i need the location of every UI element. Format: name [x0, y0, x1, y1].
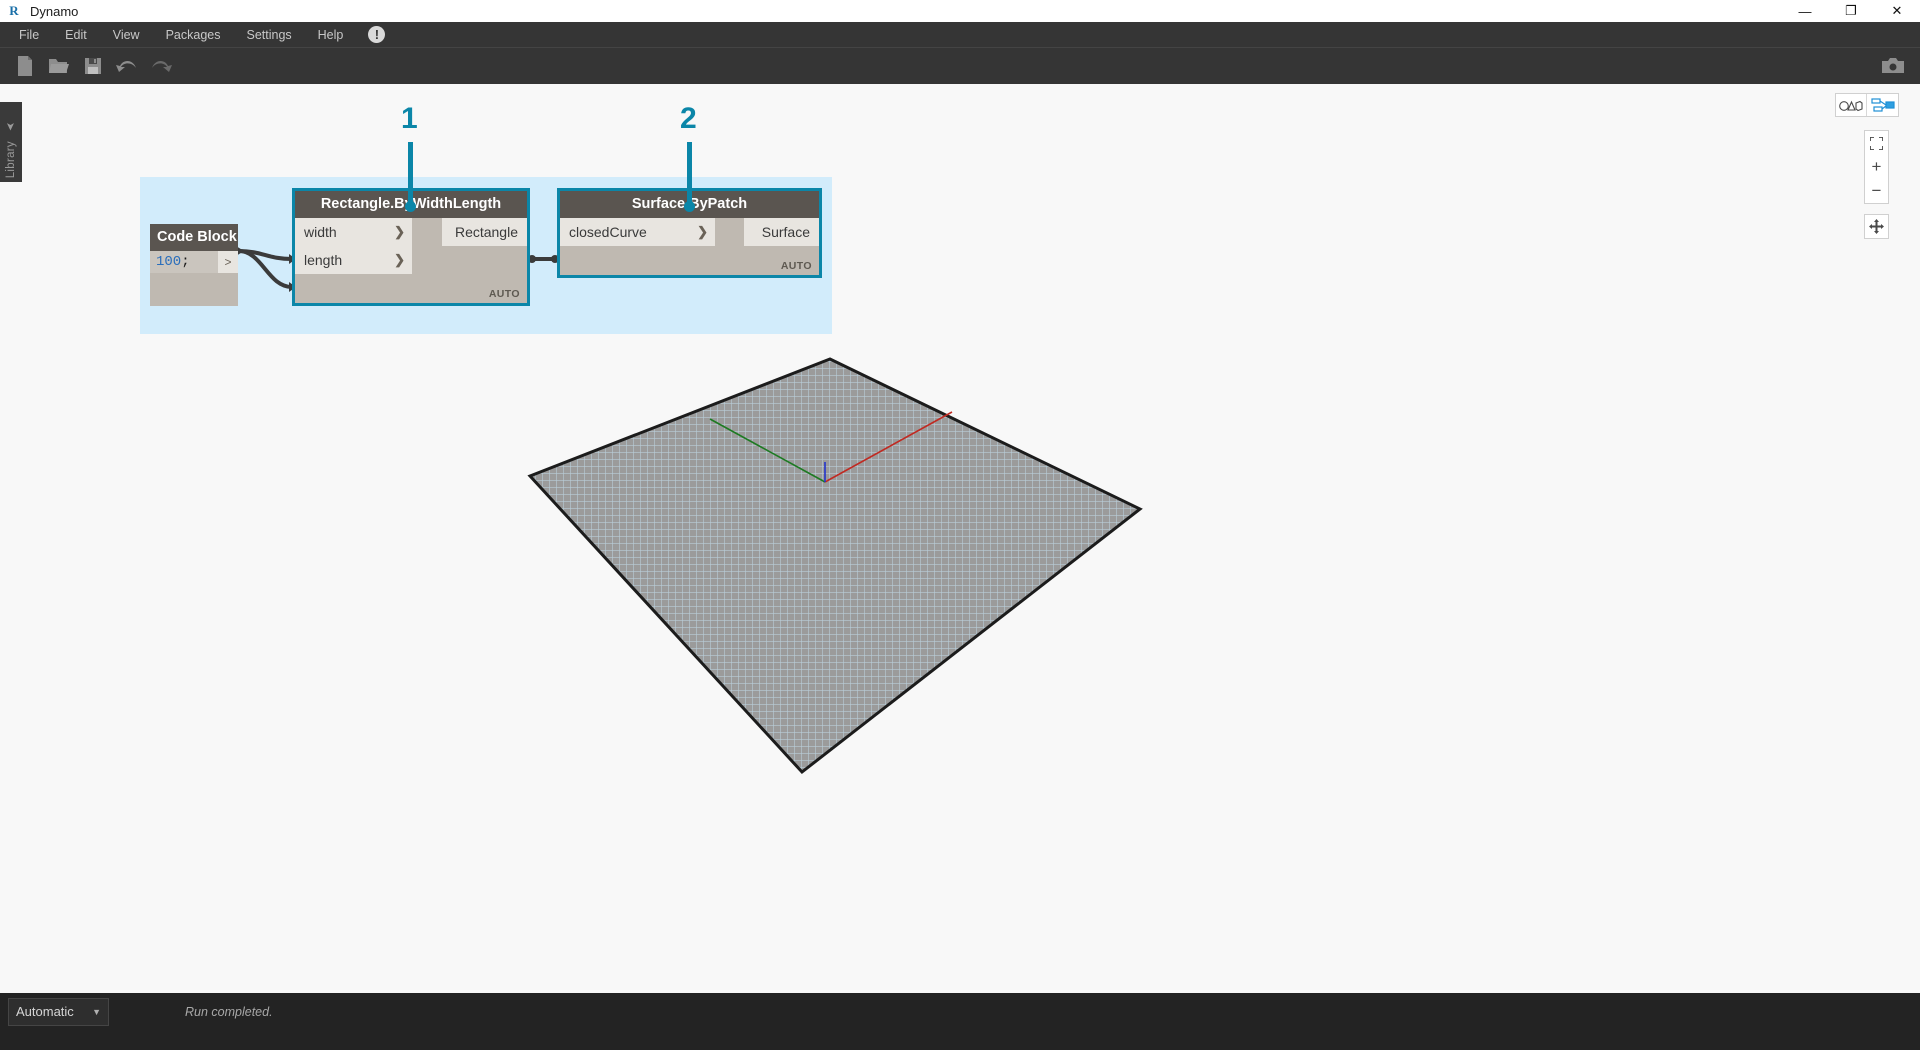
- zoom-to-fit-icon: [1870, 137, 1883, 150]
- node-body: 100; >: [150, 251, 238, 306]
- screenshot-button[interactable]: [1876, 51, 1910, 81]
- callout-dot-2: [684, 201, 695, 212]
- viewport-zoom-controls: + −: [1864, 130, 1889, 204]
- open-file-button[interactable]: [42, 51, 76, 81]
- library-expand-arrow-icon: ➤: [5, 122, 18, 131]
- callout-number-2: 2: [680, 102, 697, 136]
- window-controls: — ❐ ✕: [1782, 0, 1920, 22]
- camera-icon: [1882, 58, 1904, 74]
- new-file-button[interactable]: [8, 51, 42, 81]
- dynamo-logo-icon: R: [6, 3, 22, 19]
- graph-view-icon: [1871, 98, 1895, 112]
- run-mode-value: Automatic: [16, 1004, 74, 1019]
- app-title: Dynamo: [30, 4, 78, 19]
- output-port-label: Surface: [762, 224, 810, 240]
- close-icon[interactable]: ✕: [1874, 0, 1920, 22]
- status-bar: [0, 1030, 1920, 1050]
- output-port-label: Rectangle: [455, 224, 518, 240]
- geometry-view-button[interactable]: [1836, 94, 1867, 116]
- viewport-display-toggle: [1835, 93, 1899, 117]
- input-port-label: width: [304, 224, 337, 240]
- chevron-right-icon: ❯: [697, 224, 708, 240]
- workspace-canvas[interactable]: ➤ Library Code Block 100; > Rectangle.By…: [0, 84, 1920, 1030]
- run-mode-bar: Automatic ▼ Run completed.: [0, 993, 1920, 1030]
- node-code-block[interactable]: Code Block 100; >: [150, 224, 238, 306]
- geometry-preview-surface: [500, 354, 1200, 804]
- chevron-right-icon: ❯: [394, 224, 405, 240]
- input-port-length[interactable]: length ❯: [295, 246, 412, 274]
- input-port-label: length: [304, 252, 342, 268]
- sidebar-item-label: Library: [5, 141, 17, 178]
- undo-button[interactable]: [110, 51, 144, 81]
- menu-item-settings[interactable]: Settings: [233, 24, 304, 46]
- minimize-icon[interactable]: —: [1782, 0, 1828, 22]
- alert-notification-icon[interactable]: !: [368, 26, 385, 43]
- toolbar: [0, 47, 1920, 84]
- callout-line-1: [408, 142, 413, 205]
- callout-number-1: 1: [401, 102, 418, 136]
- callout-dot-1: [405, 201, 416, 212]
- menu-item-packages[interactable]: Packages: [153, 24, 234, 46]
- menu-bar: File Edit View Packages Settings Help !: [0, 22, 1920, 47]
- save-file-button[interactable]: [76, 51, 110, 81]
- undo-arrow-icon: [116, 57, 138, 75]
- callout-line-2: [687, 142, 692, 205]
- sidebar-library-tab[interactable]: ➤ Library: [0, 102, 22, 182]
- chevron-right-icon: ❯: [394, 252, 405, 268]
- run-mode-select[interactable]: Automatic ▼: [8, 998, 109, 1026]
- input-port-width[interactable]: width ❯: [295, 218, 412, 246]
- node-run-mode-badge: AUTO: [781, 260, 812, 272]
- output-port-rectangle[interactable]: Rectangle: [442, 218, 527, 246]
- menu-item-help[interactable]: Help: [305, 24, 357, 46]
- zoom-to-fit-button[interactable]: [1865, 131, 1888, 155]
- redo-button[interactable]: [144, 51, 178, 81]
- pan-tool-button[interactable]: [1864, 214, 1889, 239]
- save-disk-icon: [83, 56, 103, 76]
- new-file-icon: [15, 55, 35, 77]
- code-value: 100: [156, 254, 181, 270]
- run-status-text: Run completed.: [185, 1005, 273, 1019]
- output-port-codeblock[interactable]: >: [218, 251, 238, 273]
- title-bar: R Dynamo — ❐ ✕: [0, 0, 1920, 22]
- input-port-closedcurve[interactable]: closedCurve ❯: [560, 218, 715, 246]
- node-run-mode-badge: AUTO: [489, 288, 520, 300]
- code-block-editor[interactable]: 100;: [150, 251, 218, 273]
- node-body: closedCurve ❯ Surface AUTO: [560, 218, 819, 275]
- geometry-view-icon: [1839, 99, 1863, 112]
- menu-item-view[interactable]: View: [100, 24, 153, 46]
- graph-view-button[interactable]: [1867, 94, 1898, 116]
- chevron-down-icon: ▼: [92, 1007, 101, 1017]
- pan-move-icon: [1869, 219, 1884, 234]
- maximize-icon[interactable]: ❐: [1828, 0, 1874, 22]
- open-folder-icon: [48, 56, 70, 76]
- code-terminator: ;: [181, 254, 189, 270]
- zoom-out-button[interactable]: −: [1865, 179, 1888, 203]
- zoom-in-button[interactable]: +: [1865, 155, 1888, 179]
- output-port-surface[interactable]: Surface: [744, 218, 819, 246]
- node-body: width ❯ Rectangle length ❯ AUTO: [295, 218, 527, 303]
- redo-arrow-icon: [150, 57, 172, 75]
- input-port-label: closedCurve: [569, 224, 647, 240]
- menu-item-edit[interactable]: Edit: [52, 24, 100, 46]
- node-title: Code Block: [150, 224, 238, 251]
- menu-item-file[interactable]: File: [6, 24, 52, 46]
